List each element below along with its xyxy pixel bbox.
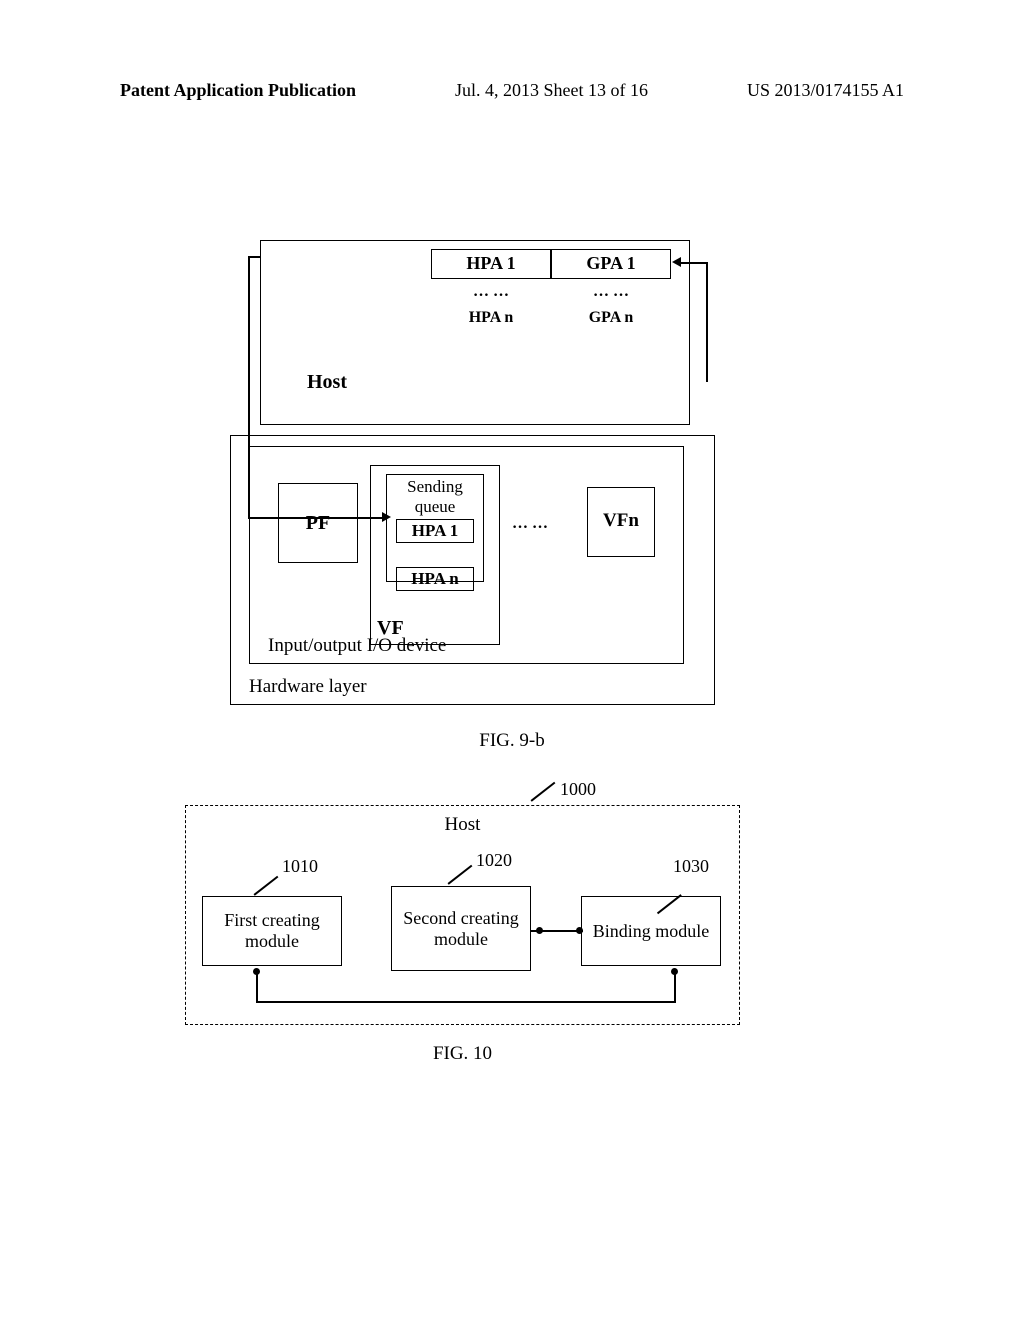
lead-1010	[254, 876, 279, 896]
second-creating-module-box: Second creating module	[391, 886, 531, 971]
sheet-info: Jul. 4, 2013 Sheet 13 of 16	[455, 80, 648, 101]
page-header: Patent Application Publication Jul. 4, 2…	[0, 80, 1024, 101]
hpa1-cell: HPA 1	[396, 519, 474, 543]
host-block: HPA 1 GPA 1 … … … … HPA n GPA n Host	[260, 240, 690, 425]
ref-1000: 1000	[560, 779, 596, 800]
ref-1010: 1010	[282, 856, 318, 877]
first-creating-module-box: First creating module	[202, 896, 342, 966]
pub-label: Patent Application Publication	[120, 80, 356, 101]
arrow-hpa-down-h1	[248, 256, 261, 258]
binding-module-label: Binding module	[582, 921, 720, 942]
vfn-box: VFn	[587, 487, 655, 557]
address-table: HPA 1 GPA 1 … … … … HPA n GPA n	[431, 249, 671, 331]
host-label: Host	[307, 371, 347, 394]
binding-module-box: Binding module	[581, 896, 721, 966]
gpa1-header: GPA 1	[551, 249, 671, 279]
bus-v1	[256, 971, 258, 1001]
figure-10-caption: FIG. 10	[185, 1043, 740, 1065]
io-device-block: PF Sending queue HPA 1 HPA n VF … … VFn …	[249, 446, 684, 664]
bus-v3	[674, 971, 676, 1001]
hpa1-header: HPA 1	[431, 249, 551, 279]
first-creating-module-label: First creating module	[203, 910, 341, 952]
gpan-label: GPA n	[551, 305, 671, 331]
io-device-label: Input/output I/O device	[268, 635, 446, 657]
center-ellipsis: … …	[512, 515, 548, 533]
arrow-to-gpa1-v	[706, 262, 708, 382]
host-dashed-box: Host 1010 1020 1030 First creating modul…	[185, 805, 740, 1025]
hpan-label: HPA n	[431, 305, 551, 331]
arrow-head-hpa-icon	[382, 512, 391, 522]
hardware-layer-block: PF Sending queue HPA 1 HPA n VF … … VFn …	[230, 435, 715, 705]
dot-mod3-left	[576, 927, 583, 934]
dot-mod2-right	[536, 927, 543, 934]
host-title: Host	[186, 814, 739, 836]
arrow-hpa-down-h2	[248, 517, 383, 519]
sending-queue-label: Sending queue	[387, 475, 483, 517]
pub-number: US 2013/0174155 A1	[747, 80, 904, 101]
hpa-ellipsis: … …	[431, 279, 551, 305]
lead-1000	[531, 782, 556, 802]
sending-queue-box: Sending queue HPA 1 HPA n	[386, 474, 484, 582]
figure-10: 1000 Host 1010 1020 1030 First creating …	[185, 805, 740, 1065]
arrow-hpa-down-v	[248, 256, 250, 518]
lead-1020	[448, 865, 473, 885]
figure-9b-caption: FIG. 9-b	[0, 730, 1024, 752]
figure-9b: HPA 1 GPA 1 … … … … HPA n GPA n Host PF …	[230, 240, 720, 705]
bus-line	[256, 1001, 676, 1003]
vf-box: Sending queue HPA 1 HPA n VF	[370, 465, 500, 645]
second-creating-module-label: Second creating module	[392, 908, 530, 950]
hardware-layer-label: Hardware layer	[249, 676, 367, 698]
ref-1030: 1030	[673, 856, 709, 877]
arrow-to-gpa1	[680, 262, 707, 264]
hpan-cell: HPA n	[396, 567, 474, 591]
pf-box: PF	[278, 483, 358, 563]
ref-1020: 1020	[476, 850, 512, 871]
gpa-ellipsis: … …	[551, 279, 671, 305]
arrow-head-gpa1-icon	[672, 257, 681, 267]
dot-mod1-bottom	[253, 968, 260, 975]
dot-mod3-bottom	[671, 968, 678, 975]
